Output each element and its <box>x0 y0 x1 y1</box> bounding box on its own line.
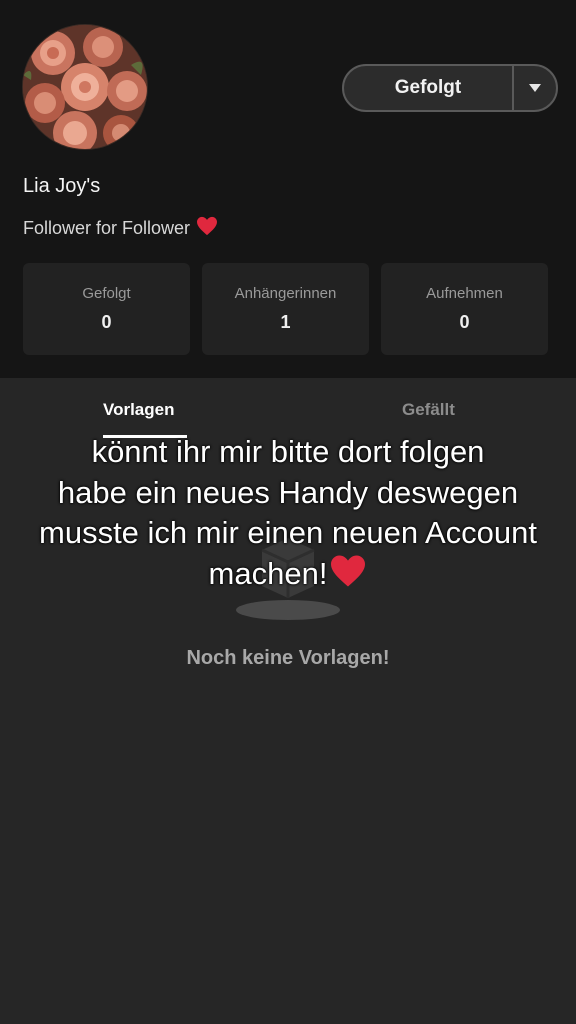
empty-state-message: Noch keine Vorlagen! <box>186 647 390 669</box>
heart-icon <box>196 216 218 241</box>
tab-templates[interactable]: Vorlagen <box>103 400 174 420</box>
stat-label: Aufnehmen <box>426 285 503 302</box>
overlay-caption: könnt ihr mir bitte dort folgen habe ein… <box>0 432 576 598</box>
tab-likes[interactable]: Gefällt <box>402 400 455 420</box>
overlay-line-3: musste ich mir einen neuen Account <box>39 515 537 550</box>
profile-header: Gefolgt Lia Joy's Follower for Follower … <box>0 0 576 378</box>
profile-bio-text: Follower for Follower <box>23 218 191 238</box>
profile-name: Lia Joy's <box>23 175 101 197</box>
stat-following[interactable]: Gefolgt 0 <box>23 263 190 355</box>
follow-button[interactable]: Gefolgt <box>342 64 558 112</box>
stat-label: Gefolgt <box>82 285 131 302</box>
profile-bio: Follower for Follower <box>23 216 218 241</box>
follow-dropdown-button[interactable] <box>514 66 556 110</box>
overlay-line-2: habe ein neues Handy deswegen <box>57 474 519 510</box>
heart-icon <box>329 554 367 599</box>
overlay-line-4-text: machen! <box>208 555 328 591</box>
avatar-roses-image <box>23 25 147 149</box>
stat-value: 1 <box>280 312 291 332</box>
overlay-line-1: könnt ihr mir bitte dort folgen <box>91 434 485 469</box>
stat-recordings[interactable]: Aufnehmen 0 <box>381 263 548 355</box>
stat-label: Anhängerinnen <box>234 285 337 302</box>
caret-down-icon <box>529 84 541 92</box>
stat-followers[interactable]: Anhängerinnen 1 <box>202 263 369 355</box>
overlay-line-4: machen! <box>0 554 576 599</box>
stat-value: 0 <box>459 312 470 332</box>
avatar[interactable] <box>23 25 147 149</box>
follow-button-label: Gefolgt <box>394 77 462 98</box>
stat-value: 0 <box>101 312 112 332</box>
